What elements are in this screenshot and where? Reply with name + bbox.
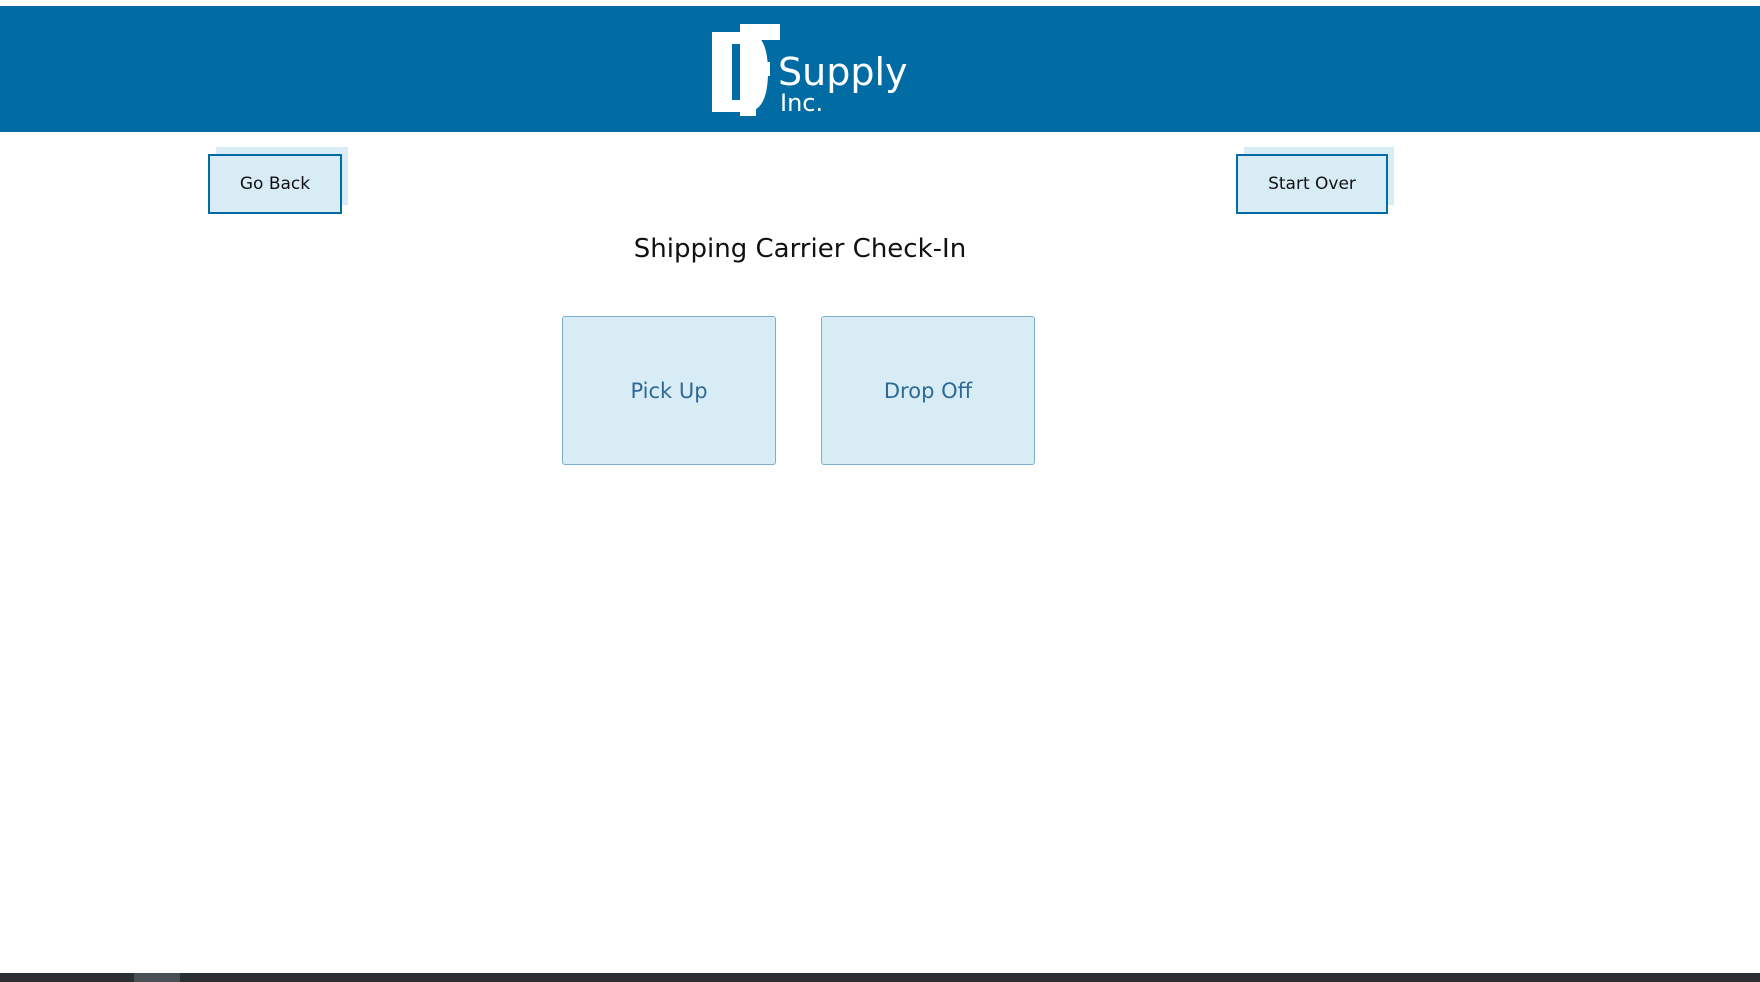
start-over-button[interactable]: Start Over <box>1236 154 1388 214</box>
taskbar <box>0 973 1760 982</box>
logo-text-inc: Inc. <box>780 89 824 117</box>
go-back-wrapper: Go Back <box>208 147 348 214</box>
drop-off-button[interactable]: Drop Off <box>821 316 1035 465</box>
pick-up-button[interactable]: Pick Up <box>562 316 776 465</box>
go-back-button[interactable]: Go Back <box>208 154 342 214</box>
logo-text-supply: Supply <box>778 50 908 94</box>
company-logo[interactable]: Supply Inc. <box>710 22 908 122</box>
header-bar: Supply Inc. <box>0 6 1760 132</box>
taskbar-app-button[interactable] <box>134 973 180 982</box>
df-logo-mark <box>712 24 780 116</box>
start-over-wrapper: Start Over <box>1236 147 1394 214</box>
page-title: Shipping Carrier Check-In <box>633 234 967 264</box>
page: Supply Inc. Go Back Start Over Shipping … <box>0 0 1760 982</box>
